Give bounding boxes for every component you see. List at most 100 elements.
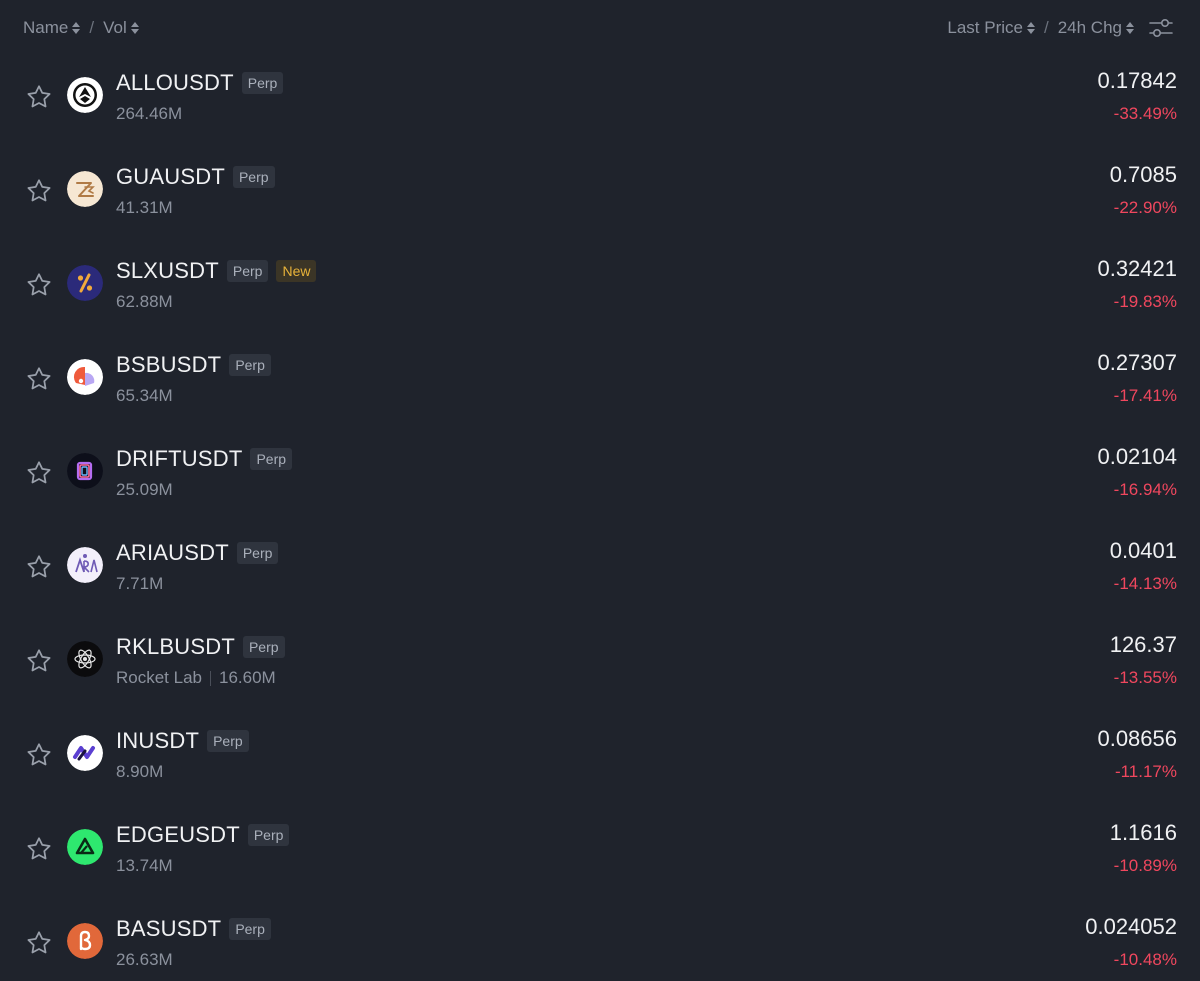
ticker-symbol: RKLBUSDT — [116, 634, 235, 659]
change-percent: -33.49% — [1113, 104, 1177, 123]
last-price: 0.0401 — [1109, 538, 1177, 563]
ticker-symbol: INUSDT — [116, 728, 200, 753]
last-price: 126.37 — [1109, 632, 1177, 657]
change-percent: -10.89% — [1113, 856, 1177, 875]
change-percent: -13.55% — [1113, 668, 1177, 687]
favorite-star-icon[interactable] — [25, 83, 53, 111]
last-price: 0.02104 — [1097, 444, 1177, 469]
sort-arrows-icon — [72, 22, 81, 34]
drift-icon — [67, 453, 103, 489]
in-icon — [67, 735, 103, 771]
last-price: 0.17842 — [1097, 68, 1177, 93]
volume-line: Rocket Lab 16.60M — [116, 668, 276, 688]
symbol-line: GUAUSDT Perp — [116, 162, 275, 192]
volume-line: 8.90M — [116, 762, 163, 782]
header-left: Name / Vol — [23, 18, 139, 38]
ticker-symbol: DRIFTUSDT — [116, 446, 243, 471]
volume-value: 26.63M — [116, 950, 173, 969]
favorite-star-icon[interactable] — [25, 459, 53, 487]
favorite-star-icon[interactable] — [25, 929, 53, 957]
filter-settings-icon[interactable] — [1148, 16, 1174, 40]
ticker-symbol: BASUSDT — [116, 916, 222, 941]
volume-line: 264.46M — [116, 104, 182, 124]
divider — [210, 670, 211, 686]
symbol-line: BSBUSDT Perp — [116, 350, 271, 380]
perp-badge: Perp — [236, 542, 279, 564]
asset-name: Rocket Lab — [116, 668, 202, 687]
sort-by-24h-change[interactable]: 24h Chg — [1058, 18, 1134, 38]
volume-value: 264.46M — [116, 104, 183, 123]
symbol-line: DRIFTUSDT Perp — [116, 444, 293, 474]
favorite-star-icon[interactable] — [25, 553, 53, 581]
favorite-star-icon[interactable] — [25, 647, 53, 675]
change-percent: -14.13% — [1113, 574, 1177, 593]
volume-line: 13.74M — [116, 856, 173, 876]
last-price-column-label: Last Price — [947, 18, 1023, 37]
sort-by-last-price[interactable]: Last Price — [947, 18, 1035, 38]
sort-by-name[interactable]: Name — [23, 18, 81, 38]
favorite-star-icon[interactable] — [25, 271, 53, 299]
perp-badge: Perp — [242, 636, 285, 658]
volume-line: 41.31M — [116, 198, 173, 218]
sort-arrows-icon — [1126, 22, 1134, 34]
vol-column-label: Vol — [103, 18, 127, 37]
slx-icon — [67, 265, 103, 301]
ticker-row[interactable]: GUAUSDT Perp 41.31M 0.7085 -22.90% — [0, 150, 1200, 244]
symbol-line: RKLBUSDT Perp — [116, 632, 285, 662]
ticker-symbol: GUAUSDT — [116, 164, 225, 189]
allo-icon — [67, 77, 103, 113]
ticker-row[interactable]: DRIFTUSDT Perp 25.09M 0.02104 -16.94% — [0, 432, 1200, 526]
favorite-star-icon[interactable] — [25, 177, 53, 205]
volume-value: 7.71M — [116, 574, 164, 593]
change-percent: -17.41% — [1113, 386, 1177, 405]
ticker-row[interactable]: EDGEUSDT Perp 13.74M 1.1616 -10.89% — [0, 808, 1200, 902]
symbol-line: SLXUSDT Perp New — [116, 256, 317, 286]
favorite-star-icon[interactable] — [25, 835, 53, 863]
change-percent: -10.48% — [1113, 950, 1177, 969]
volume-line: 65.34M — [116, 386, 173, 406]
ticker-symbol: ALLOUSDT — [116, 70, 234, 95]
ticker-row[interactable]: RKLBUSDT Perp Rocket Lab 16.60M 126.37 -… — [0, 620, 1200, 714]
ticker-symbol: ARIAUSDT — [116, 540, 229, 565]
ticker-row[interactable]: BSBUSDT Perp 65.34M 0.27307 -17.41% — [0, 338, 1200, 432]
last-price: 0.024052 — [1085, 914, 1177, 939]
name-column-label: Name — [23, 18, 69, 37]
ticker-row[interactable]: SLXUSDT Perp New 62.88M 0.32421 -19.83% — [0, 244, 1200, 338]
last-price: 0.27307 — [1097, 350, 1177, 375]
header-right: Last Price / 24h Chg — [947, 18, 1134, 38]
gua-icon — [67, 171, 103, 207]
header-separator: / — [1043, 18, 1049, 37]
ticker-symbol: SLXUSDT — [116, 258, 219, 283]
sort-arrows-icon — [1026, 22, 1035, 34]
volume-line: 62.88M — [116, 292, 173, 312]
ticker-row[interactable]: BASUSDT Perp 26.63M 0.024052 -10.48% — [0, 902, 1200, 981]
symbol-line: ALLOUSDT Perp — [116, 68, 284, 98]
perp-badge: Perp — [247, 824, 290, 846]
rklb-icon — [67, 641, 103, 677]
change-percent: -19.83% — [1113, 292, 1177, 311]
favorite-star-icon[interactable] — [25, 741, 53, 769]
change-percent: -11.17% — [1114, 762, 1177, 781]
ticker-row[interactable]: INUSDT Perp 8.90M 0.08656 -11.17% — [0, 714, 1200, 808]
last-price: 0.08656 — [1097, 726, 1177, 751]
perp-badge: Perp — [232, 166, 275, 188]
favorite-star-icon[interactable] — [25, 365, 53, 393]
ticker-row[interactable]: ALLOUSDT Perp 264.46M 0.17842 -33.49% — [0, 56, 1200, 150]
ticker-row[interactable]: ARIAUSDT Perp 7.71M 0.0401 -14.13% — [0, 526, 1200, 620]
volume-value: 62.88M — [116, 292, 173, 311]
perp-badge: Perp — [229, 354, 271, 376]
sort-arrows-icon — [130, 22, 139, 34]
bas-icon — [67, 923, 103, 959]
sort-by-volume[interactable]: Vol — [103, 18, 139, 38]
perp-badge: Perp — [207, 730, 249, 752]
volume-line: 26.63M — [116, 950, 173, 970]
perp-badge: Perp — [229, 918, 271, 940]
volume-value: 16.60M — [219, 668, 276, 687]
symbol-line: EDGEUSDT Perp — [116, 820, 290, 850]
symbol-line: ARIAUSDT Perp — [116, 538, 279, 568]
list-header: Name / Vol Last Price / 24h Chg — [0, 0, 1200, 56]
symbol-line: INUSDT Perp — [116, 726, 249, 756]
ticker-symbol: EDGEUSDT — [116, 822, 240, 847]
edge-icon — [67, 829, 103, 865]
last-price: 0.32421 — [1097, 256, 1177, 281]
